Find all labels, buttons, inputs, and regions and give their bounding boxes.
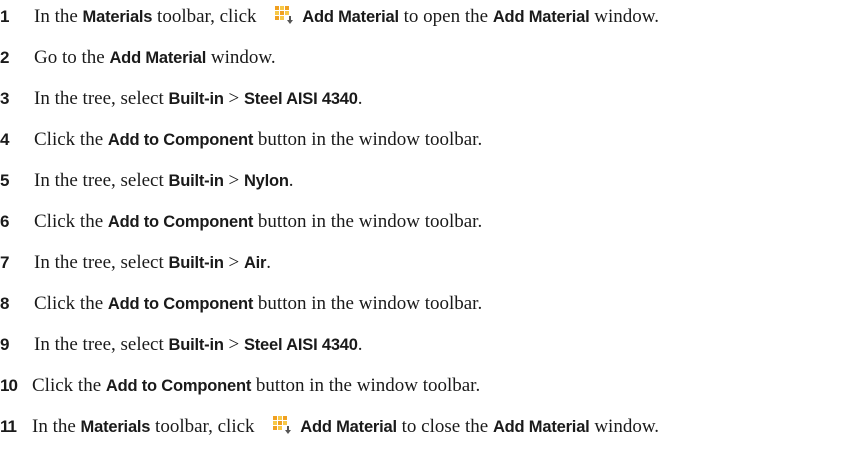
step-text: Click the Add to Component button in the… — [34, 129, 483, 150]
step-text: Click the Add to Component button in the… — [34, 293, 483, 314]
tree-node: Built-in — [168, 90, 224, 108]
window-name: Add Material — [492, 8, 590, 26]
step-number: 3 — [0, 89, 10, 108]
step-number: 7 — [0, 253, 10, 272]
step-number: 11 — [0, 417, 17, 436]
step-text: Click the Add to Component button in the… — [34, 211, 483, 232]
step-number: 4 — [0, 130, 10, 149]
step-number: 1 — [0, 7, 10, 26]
material-name: Nylon — [243, 172, 289, 190]
step-number: 8 — [0, 294, 10, 313]
step-number: 2 — [0, 48, 10, 67]
material-name: Air — [243, 254, 267, 272]
button-name: Add to Component — [107, 131, 254, 149]
step-text: In the Materials toolbar, click Add Mate… — [34, 5, 659, 27]
step-text: In the Materials toolbar, click Add Mate… — [32, 415, 660, 437]
tree-node: Built-in — [168, 172, 224, 190]
tree-node: Built-in — [168, 254, 224, 272]
button-name: Add Material — [302, 8, 399, 26]
button-name: Add to Component — [105, 377, 252, 395]
step-text: In the tree, select Built-in > Steel AIS… — [34, 88, 363, 109]
step-number: 5 — [0, 171, 10, 190]
button-name: Add Material — [300, 418, 397, 436]
step-text: In the tree, select Built-in > Nylon. — [34, 170, 294, 191]
button-name: Add to Component — [107, 295, 254, 313]
material-name: Steel AISI 4340 — [243, 90, 358, 108]
toolbar-name: Materials — [82, 8, 153, 26]
step-number: 9 — [0, 335, 10, 354]
step-text: In the tree, select Built-in > Steel AIS… — [34, 334, 363, 355]
step-text: In the tree, select Built-in > Air. — [34, 252, 272, 273]
step-text: Go to the Add Material window. — [34, 47, 276, 68]
add-material-icon — [273, 5, 295, 25]
toolbar-name: Materials — [80, 418, 151, 436]
add-material-icon — [271, 415, 293, 435]
window-name: Add Material — [109, 49, 207, 67]
material-name: Steel AISI 4340 — [243, 336, 358, 354]
window-name: Add Material — [492, 418, 590, 436]
step-number: 10 — [0, 376, 18, 395]
tree-node: Built-in — [168, 336, 224, 354]
step-text: Click the Add to Component button in the… — [32, 375, 481, 396]
button-name: Add to Component — [107, 213, 254, 231]
step-number: 6 — [0, 212, 10, 231]
